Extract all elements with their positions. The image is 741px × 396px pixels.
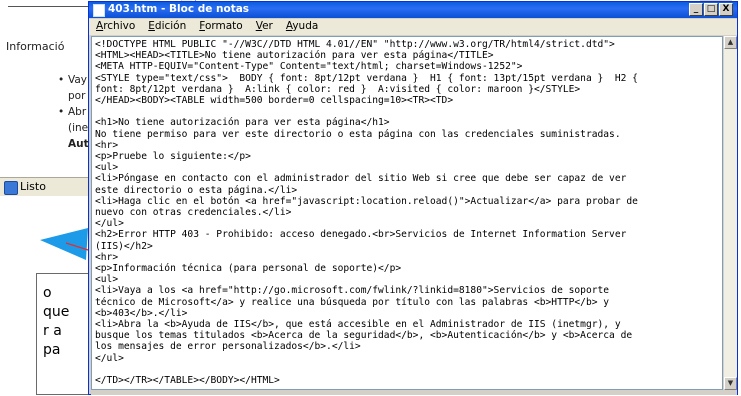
- menu-ayuda[interactable]: Ayuda: [279, 19, 324, 35]
- status-text: Listo: [20, 180, 46, 193]
- window-controls: _ □ X: [689, 3, 733, 17]
- list-item: (ine: [68, 122, 89, 134]
- scroll-down-icon[interactable]: ▼: [724, 377, 737, 390]
- title-bar[interactable]: 403.htm - Bloc de notas _ □ X: [89, 2, 737, 18]
- bullet-list: • Vay por • Abr (ine Aut: [58, 72, 89, 152]
- list-item: por: [68, 90, 86, 102]
- notepad-window: 403.htm - Bloc de notas _ □ X Archivo Ed…: [88, 1, 738, 395]
- info-heading: Informació: [6, 40, 65, 53]
- menu-formato[interactable]: Formato: [192, 19, 248, 35]
- notepad-icon: [93, 4, 105, 17]
- file-content[interactable]: <!DOCTYPE HTML PUBLIC "-//W3C//DTD HTML …: [92, 37, 722, 388]
- menu-ver[interactable]: Ver: [249, 19, 279, 35]
- close-button[interactable]: X: [719, 3, 733, 16]
- menu-edicion[interactable]: Edición: [141, 19, 192, 35]
- horizontal-rule: [8, 6, 96, 7]
- scroll-up-icon[interactable]: ▲: [724, 36, 737, 49]
- menu-archivo[interactable]: Archivo: [89, 19, 141, 35]
- ie-page-icon: [4, 181, 18, 195]
- list-item: Aut: [68, 138, 89, 150]
- list-item: • Vay: [58, 74, 88, 86]
- window-title: 403.htm - Bloc de notas: [108, 3, 250, 15]
- maximize-button[interactable]: □: [704, 3, 718, 16]
- list-item: • Abr: [58, 106, 87, 118]
- text-editor[interactable]: <!DOCTYPE HTML PUBLIC "-//W3C//DTD HTML …: [91, 36, 723, 390]
- window-bottom-border: [91, 390, 737, 395]
- callout-arrow-shape: [40, 228, 88, 260]
- vertical-scrollbar[interactable]: ▲ ▼: [723, 36, 737, 390]
- minimize-button[interactable]: _: [689, 3, 703, 16]
- menu-bar: Archivo Edición Formato Ver Ayuda: [89, 19, 737, 35]
